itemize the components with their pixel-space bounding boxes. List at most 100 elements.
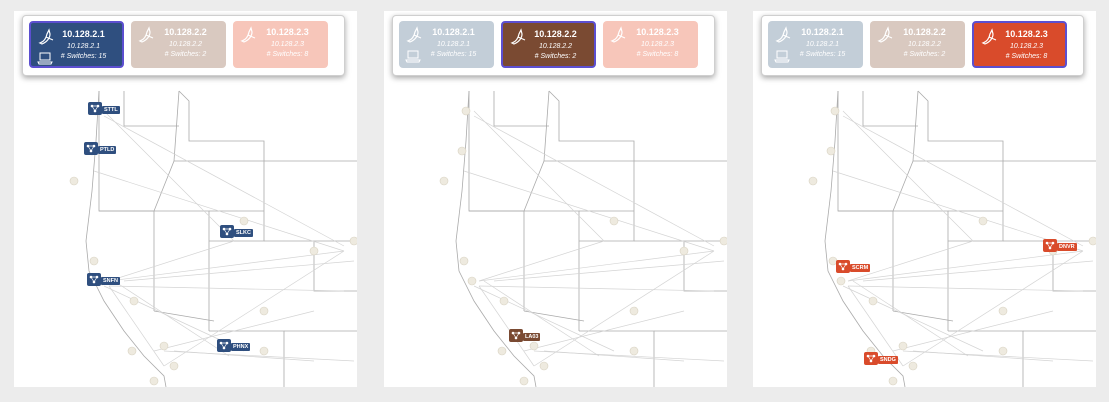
controller-ip-secondary: 10.128.2.2 <box>168 41 203 48</box>
controller-button-3[interactable]: 10.128.2.3 10.128.2.3 # Switches: 8 <box>233 21 328 68</box>
inactive-host-marker <box>497 346 507 356</box>
inactive-host-marker <box>978 216 988 226</box>
network-link <box>842 285 984 352</box>
network-link <box>108 240 235 282</box>
inactive-host-marker <box>826 146 836 156</box>
controller-ip: 10.128.2.1 <box>801 27 844 37</box>
controller-ip: 10.128.2.3 <box>636 27 679 37</box>
switch-label: PHNX <box>231 343 251 351</box>
state-border <box>837 90 919 212</box>
network-link <box>902 250 1084 367</box>
controller-ip-secondary: 10.128.2.3 <box>270 41 305 48</box>
controller-button-1[interactable]: 10.128.2.1 10.128.2.1 # Switches: 15 <box>29 21 124 68</box>
inactive-host-marker <box>467 276 477 286</box>
network-link <box>912 350 1054 362</box>
switch-icon <box>84 142 98 155</box>
controller-switch-count: # Switches: 2 <box>534 53 577 60</box>
network-link <box>473 285 615 352</box>
controller-ip: 10.128.2.3 <box>266 27 309 37</box>
inactive-host-marker <box>1088 236 1096 246</box>
network-link <box>493 260 725 282</box>
inactive-host-marker <box>457 146 467 156</box>
network-link <box>478 285 715 292</box>
network-link <box>842 115 1084 247</box>
state-border <box>153 310 215 322</box>
controller-ip: 10.128.2.1 <box>432 27 475 37</box>
controller-button-1[interactable]: 10.128.2.1 10.128.2.1 # Switches: 15 <box>768 21 863 68</box>
inactive-host-marker <box>609 216 619 226</box>
network-link <box>478 250 715 282</box>
map-panel-3[interactable]: 10.128.2.1 10.128.2.1 # Switches: 15 10.… <box>753 11 1096 387</box>
inactive-host-marker <box>519 376 529 386</box>
network-link <box>533 250 715 367</box>
inactive-host-marker <box>439 176 449 186</box>
network-link <box>173 350 315 362</box>
controller-ip-secondary: 10.128.2.2 <box>907 41 942 48</box>
network-link <box>478 240 605 282</box>
controller-switch-count: # Switches: 8 <box>266 51 309 58</box>
inactive-host-marker <box>908 361 918 371</box>
state-border <box>548 90 635 161</box>
map-panel-1[interactable]: 10.128.2.1 10.128.2.1 # Switches: 15 10.… <box>14 11 357 387</box>
state-border <box>862 91 918 127</box>
controller-ip: 10.128.2.2 <box>164 27 207 37</box>
laptop-icon <box>405 50 421 63</box>
switch-icon <box>1043 239 1057 252</box>
inactive-host-marker <box>679 246 689 256</box>
inactive-host-marker <box>998 306 1008 316</box>
inactive-host-marker <box>808 176 818 186</box>
controller-ip-secondary: 10.128.2.3 <box>640 41 675 48</box>
controller-ip: 10.128.2.2 <box>903 27 946 37</box>
inactive-host-marker <box>89 256 99 266</box>
state-border <box>948 330 1024 387</box>
inactive-host-marker <box>539 361 549 371</box>
inactive-host-marker <box>868 296 878 306</box>
controller-ip-secondary: 10.128.2.1 <box>66 43 101 50</box>
state-border <box>892 310 954 322</box>
switch-icon <box>217 339 231 352</box>
inactive-host-marker <box>888 376 898 386</box>
switch-label: SCRM <box>850 264 871 272</box>
controller-button-3[interactable]: 10.128.2.3 10.128.2.3 # Switches: 8 <box>972 21 1067 68</box>
laptop-icon <box>37 52 53 65</box>
inactive-host-marker <box>239 216 249 226</box>
state-border <box>99 210 155 311</box>
network-link <box>473 115 715 247</box>
controller-ip: 10.128.2.3 <box>1005 29 1048 39</box>
controller-button-3[interactable]: 10.128.2.3 10.128.2.3 # Switches: 8 <box>603 21 698 68</box>
switch-label: STTL <box>102 106 120 114</box>
controller-button-2[interactable]: 10.128.2.2 10.128.2.2 # Switches: 2 <box>131 21 226 68</box>
controller-selector: 10.128.2.1 10.128.2.1 # Switches: 15 10.… <box>392 15 715 76</box>
network-link <box>847 285 1084 292</box>
state-border <box>917 90 1004 161</box>
inactive-host-marker <box>529 341 539 351</box>
network-link <box>108 250 345 282</box>
controller-button-1[interactable]: 10.128.2.1 10.128.2.1 # Switches: 15 <box>399 21 494 68</box>
controller-button-2[interactable]: 10.128.2.2 10.128.2.2 # Switches: 2 <box>870 21 965 68</box>
inactive-host-marker <box>127 346 137 356</box>
state-border <box>468 90 550 212</box>
controller-button-2[interactable]: 10.128.2.2 10.128.2.2 # Switches: 2 <box>501 21 596 68</box>
inactive-host-marker <box>461 106 471 116</box>
network-link <box>543 350 685 362</box>
inactive-host-marker <box>629 346 639 356</box>
inactive-host-marker <box>898 341 908 351</box>
switch-label: DNVR <box>1057 243 1077 251</box>
inactive-host-marker <box>129 296 139 306</box>
switch-icon <box>88 102 102 115</box>
network-link <box>108 285 345 292</box>
inactive-host-marker <box>629 306 639 316</box>
inactive-host-marker <box>159 341 169 351</box>
inactive-host-marker <box>349 236 357 246</box>
controller-switch-count: # Switches: 2 <box>164 51 207 58</box>
inactive-host-marker <box>69 176 79 186</box>
switch-icon <box>220 225 234 238</box>
laptop-icon <box>774 50 790 63</box>
network-link <box>163 250 345 367</box>
map-panel-2[interactable]: 10.128.2.1 10.128.2.1 # Switches: 15 10.… <box>384 11 727 387</box>
inactive-host-marker <box>149 376 159 386</box>
controller-switch-count: # Switches: 2 <box>903 51 946 58</box>
switch-label: SNDG <box>878 356 898 364</box>
switch-label: SLKC <box>234 229 253 237</box>
controller-switch-count: # Switches: 8 <box>636 51 679 58</box>
